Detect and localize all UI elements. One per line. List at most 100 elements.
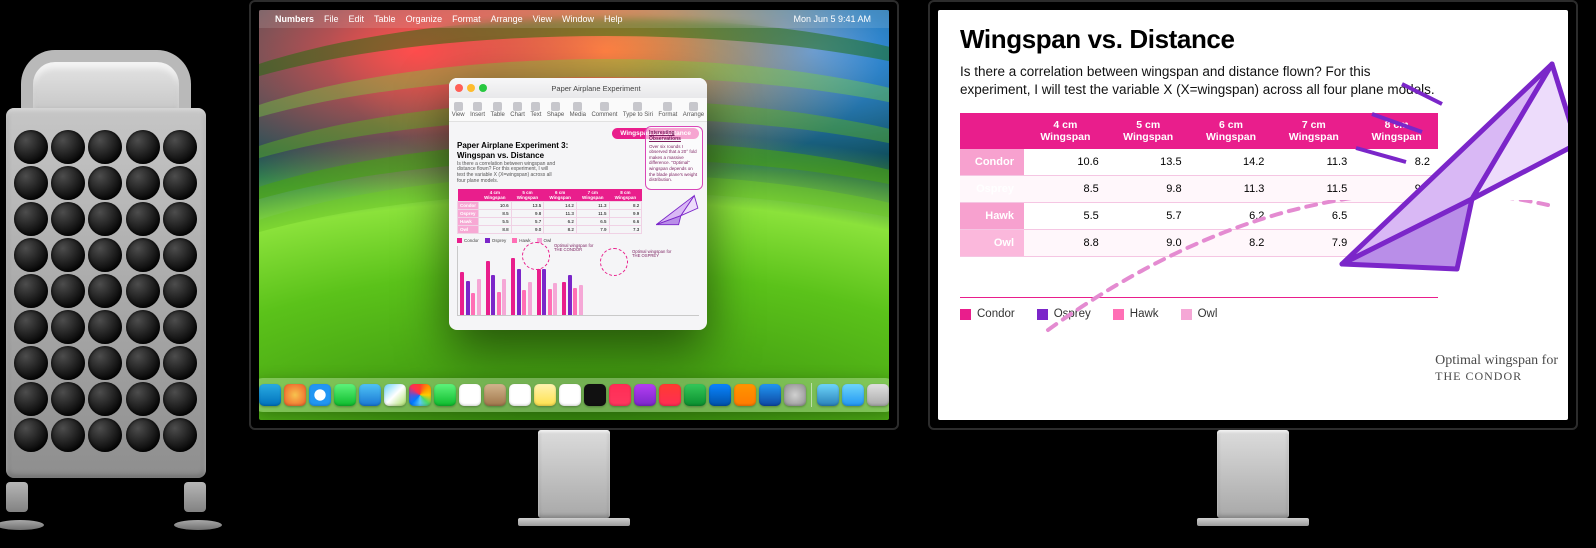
- chart-legend: CondorOspreyHawkOwl: [960, 308, 1546, 320]
- toolbar-table[interactable]: Table: [491, 102, 505, 118]
- bar[interactable]: [517, 269, 521, 314]
- dock-music-icon[interactable]: [609, 384, 631, 406]
- dock-keynote-icon[interactable]: [709, 384, 731, 406]
- dock-trash-icon[interactable]: [867, 384, 889, 406]
- dock-maps-icon[interactable]: [384, 384, 406, 406]
- dock-preview-icon[interactable]: [817, 384, 839, 406]
- bar-group[interactable]: [537, 269, 558, 315]
- toolbar-insert[interactable]: Insert: [470, 102, 485, 118]
- bar[interactable]: [522, 290, 526, 315]
- data-table-mini[interactable]: 4 cm Wingspan5 cm Wingspan6 cm Wingspan7…: [457, 189, 642, 234]
- dock-mail-icon[interactable]: [359, 384, 381, 406]
- dock-finder-icon[interactable]: [259, 384, 281, 406]
- app-toolbar[interactable]: View Insert Table Chart Text Shape Media Commen…: [449, 98, 707, 122]
- toolbar-chart[interactable]: Chart: [510, 102, 525, 118]
- legend-item-hawk: Hawk: [1113, 308, 1159, 320]
- table-row[interactable]: Hawk5.55.76.26.56.6: [458, 217, 642, 225]
- paper-plane-illustration-mini: [654, 189, 699, 229]
- bar[interactable]: [579, 285, 583, 314]
- bar-group[interactable]: [486, 261, 507, 315]
- mac-pro-body: [6, 108, 206, 478]
- menubar-item-file[interactable]: File: [324, 14, 339, 24]
- dock-reminders-icon[interactable]: [509, 384, 531, 406]
- zoomed-slide[interactable]: Wingspan vs. Distance Is there a correla…: [938, 10, 1568, 420]
- bar[interactable]: [491, 275, 495, 314]
- legend-item-osprey: Osprey: [1037, 308, 1091, 320]
- menubar-clock[interactable]: Mon Jun 5 9:41 AM: [793, 14, 871, 24]
- menubar-item-edit[interactable]: Edit: [349, 14, 365, 24]
- menubar-item-format[interactable]: Format: [452, 14, 481, 24]
- legend-item-osprey: Osprey: [485, 238, 507, 243]
- bar[interactable]: [537, 269, 541, 314]
- divider: [960, 297, 1438, 298]
- minimize-icon[interactable]: [467, 84, 475, 92]
- bar[interactable]: [502, 279, 506, 315]
- menubar-item-window[interactable]: Window: [562, 14, 594, 24]
- table-row[interactable]: Osprey8.59.811.311.59.9: [458, 209, 642, 217]
- bar[interactable]: [568, 275, 572, 315]
- zoom-icon[interactable]: [479, 84, 487, 92]
- dock-notes-icon[interactable]: [534, 384, 556, 406]
- dock-safari-icon[interactable]: [309, 384, 331, 406]
- menubar-item-numbers[interactable]: Numbers: [275, 14, 314, 24]
- menubar[interactable]: Numbers File Edit Table Organize Format Arrang…: [259, 10, 889, 28]
- bar[interactable]: [553, 283, 557, 315]
- menubar-item-table[interactable]: Table: [374, 14, 396, 24]
- display-right: Wingspan vs. Distance Is there a correla…: [928, 0, 1578, 526]
- toolbar-shape[interactable]: Shape: [547, 102, 564, 118]
- menubar-item-help[interactable]: Help: [604, 14, 623, 24]
- menubar-item-arrange[interactable]: Arrange: [491, 14, 523, 24]
- display-left-stand: [538, 430, 610, 518]
- table-row[interactable]: Condor10.613.514.211.38.2: [458, 201, 642, 209]
- dock-facetime-icon[interactable]: [434, 384, 456, 406]
- window-titlebar[interactable]: Paper Airplane Experiment: [449, 78, 707, 98]
- bar[interactable]: [466, 281, 470, 315]
- toolbar-type-to-siri[interactable]: Type to Siri: [623, 102, 653, 118]
- dock-downloads-icon[interactable]: [842, 384, 864, 406]
- numbers-window[interactable]: Paper Airplane Experiment View Insert Tabl…: [449, 78, 707, 330]
- bar[interactable]: [486, 261, 490, 315]
- handwritten-annotation: Optimal wingspan for THE CONDOR: [1435, 352, 1558, 385]
- dock[interactable]: [259, 378, 889, 412]
- toolbar-text[interactable]: Text: [530, 102, 541, 118]
- dock-contacts-icon[interactable]: [484, 384, 506, 406]
- bar[interactable]: [471, 293, 475, 315]
- toolbar-comment[interactable]: Comment: [591, 102, 617, 118]
- bar[interactable]: [511, 258, 515, 315]
- dock-news-icon[interactable]: [659, 384, 681, 406]
- dock-launchpad-icon[interactable]: [284, 384, 306, 406]
- close-icon[interactable]: [455, 84, 463, 92]
- bar[interactable]: [477, 279, 481, 314]
- menubar-item-organize[interactable]: Organize: [406, 14, 443, 24]
- display-right-bezel: Wingspan vs. Distance Is there a correla…: [928, 0, 1578, 430]
- dock-podcasts-icon[interactable]: [634, 384, 656, 406]
- bar-chart-mini[interactable]: Optimal wingspan for THE CONDOR Optimal …: [457, 246, 699, 316]
- dock-numbers-icon[interactable]: [684, 384, 706, 406]
- desktop[interactable]: Numbers File Edit Table Organize Format Arrang…: [259, 10, 889, 420]
- toolbar-media[interactable]: Media: [570, 102, 586, 118]
- bar-group[interactable]: [460, 272, 481, 314]
- dock-messages-icon[interactable]: [334, 384, 356, 406]
- dock-settings-icon[interactable]: [784, 384, 806, 406]
- bar[interactable]: [460, 272, 464, 314]
- bar[interactable]: [548, 289, 552, 315]
- toolbar-view[interactable]: View: [452, 102, 465, 118]
- mac-pro-foot-right: [184, 482, 206, 512]
- dock-tv-icon[interactable]: [584, 384, 606, 406]
- bar[interactable]: [542, 269, 546, 315]
- dock-appstore-icon[interactable]: [759, 384, 781, 406]
- table-row[interactable]: Owl8.89.08.27.97.3: [458, 225, 642, 233]
- bar[interactable]: [573, 288, 577, 314]
- dock-freeform-icon[interactable]: [559, 384, 581, 406]
- toolbar-arrange[interactable]: Arrange: [683, 102, 704, 118]
- dock-photos-icon[interactable]: [409, 384, 431, 406]
- dock-calendar-icon[interactable]: [459, 384, 481, 406]
- bar[interactable]: [562, 282, 566, 315]
- slide-body-mini: Is there a correlation between wingspan …: [457, 162, 557, 185]
- bar-group[interactable]: [562, 275, 583, 315]
- toolbar-format[interactable]: Format: [658, 102, 677, 118]
- bar[interactable]: [528, 282, 532, 315]
- dock-pages-icon[interactable]: [734, 384, 756, 406]
- menubar-item-view[interactable]: View: [533, 14, 552, 24]
- bar[interactable]: [497, 292, 501, 315]
